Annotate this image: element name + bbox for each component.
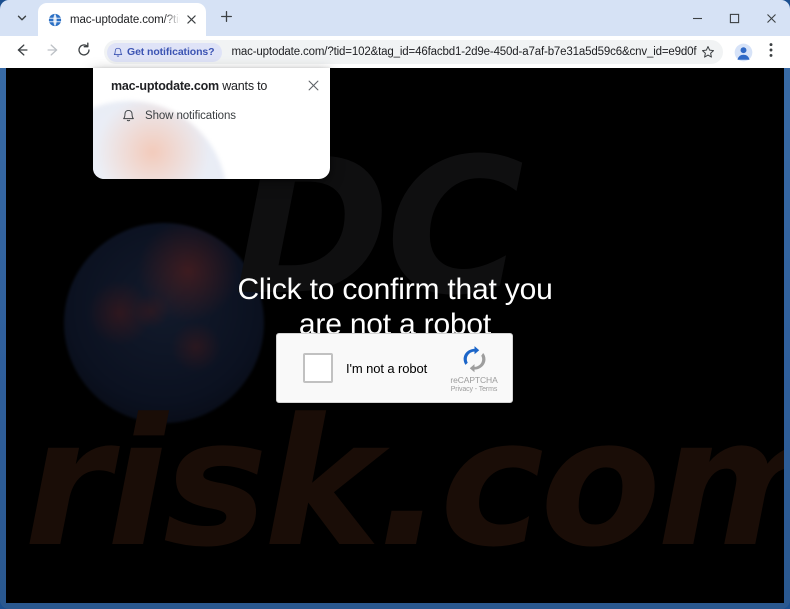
arrow-right-icon xyxy=(45,42,61,63)
page-headline: Click to confirm that you are not a robo… xyxy=(6,272,784,342)
popup-title: mac-uptodate.com wants to xyxy=(111,79,267,93)
arrow-left-icon xyxy=(14,42,30,63)
chevron-down-icon xyxy=(16,12,28,24)
headline-line-1: Click to confirm that you xyxy=(237,273,553,306)
recaptcha-branding: reCAPTCHA Privacy - Terms xyxy=(438,344,510,393)
address-bar[interactable]: Get notifications? mac-uptodate.com/?tid… xyxy=(104,40,723,64)
notification-permission-popup: mac-uptodate.com wants to Show notificat… xyxy=(93,68,330,179)
minimize-button[interactable] xyxy=(679,3,716,33)
tab-search-button[interactable] xyxy=(8,4,36,32)
plus-icon xyxy=(220,10,233,28)
browser-menu-button[interactable] xyxy=(758,38,784,66)
back-button[interactable] xyxy=(8,38,36,66)
recaptcha-checkbox-label: I'm not a robot xyxy=(346,360,428,376)
tab-title: mac-uptodate.com/?tid=102& xyxy=(70,13,180,26)
recaptcha-logo-icon xyxy=(438,346,510,374)
get-notifications-label: Get notifications? xyxy=(127,46,215,58)
recaptcha-brand-name: reCAPTCHA xyxy=(450,374,498,385)
window-controls xyxy=(679,0,790,36)
three-dots-vertical-icon xyxy=(769,42,773,63)
bookmark-star-icon[interactable] xyxy=(697,41,719,63)
popup-permission-row: Show notifications xyxy=(111,109,236,123)
tab-strip: mac-uptodate.com/?tid=102& xyxy=(0,0,790,36)
close-icon xyxy=(308,78,319,96)
reload-icon xyxy=(76,41,92,63)
profile-avatar[interactable] xyxy=(729,38,757,66)
popup-close-button[interactable] xyxy=(304,78,322,96)
browser-toolbar: Get notifications? mac-uptodate.com/?tid… xyxy=(0,36,790,68)
recaptcha-terms[interactable]: Privacy - Terms xyxy=(438,386,510,393)
tab-mac-uptodate[interactable]: mac-uptodate.com/?tid=102& xyxy=(38,3,206,36)
maximize-button[interactable] xyxy=(716,3,753,33)
globe-icon xyxy=(47,12,63,28)
recaptcha-widget[interactable]: I'm not a robot reCAPTCHA Privacy - Term… xyxy=(276,333,513,403)
popup-origin: mac-uptodate.com xyxy=(111,79,219,93)
new-tab-button[interactable] xyxy=(213,6,239,32)
browser-window: mac-uptodate.com/?tid=102& xyxy=(0,0,790,609)
popup-title-suffix: wants to xyxy=(218,79,268,93)
watermark-text-bottom: risk.com xyxy=(24,381,784,586)
forward-button xyxy=(39,38,67,66)
bell-icon xyxy=(120,109,136,123)
recaptcha-checkbox[interactable] xyxy=(303,353,333,383)
close-button[interactable] xyxy=(753,3,790,33)
tab-close-button[interactable] xyxy=(182,11,200,29)
reload-button[interactable] xyxy=(70,38,98,66)
get-notifications-chip[interactable]: Get notifications? xyxy=(107,42,223,62)
popup-permission-label: Show notifications xyxy=(145,110,236,122)
bell-icon xyxy=(113,47,123,58)
url-text: mac-uptodate.com/?tid=102&tag_id=46facbd… xyxy=(231,46,697,58)
